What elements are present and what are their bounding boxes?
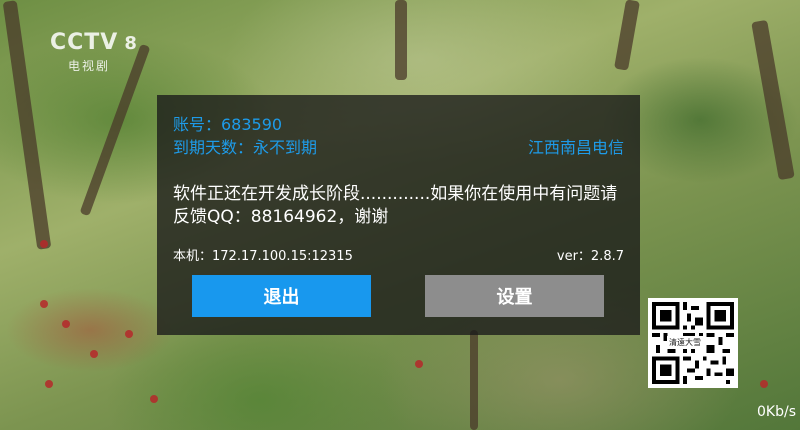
qr-label: 清遠大雪 (667, 336, 703, 349)
version-label: ver：2.8.7 (556, 249, 624, 264)
info-dialog: 账号：683590 到期天数：永不到期 江西南昌电信 软件正还在开发成长阶段..… (157, 95, 640, 335)
settings-button[interactable]: 设置 (425, 275, 604, 317)
account-info: 账号：683590 到期天数：永不到期 (173, 113, 317, 159)
channel-brand: CCTV (50, 30, 119, 55)
notice-message: 软件正还在开发成长阶段.............如果你在使用中有问题请反馈QQ：… (173, 184, 618, 227)
isp-label: 江西南昌电信 (527, 138, 624, 157)
account-label: 账号：683590 (173, 115, 283, 134)
exit-button[interactable]: 退出 (192, 275, 371, 317)
qr-code: 清遠大雪 (648, 298, 738, 388)
local-ip: 本机：172.17.100.15:12315 (173, 249, 353, 264)
expiry-label: 到期天数：永不到期 (173, 138, 318, 157)
channel-logo: CCTV 8 电视剧 (50, 30, 137, 74)
channel-number: 8 (124, 33, 137, 54)
channel-subtitle: 电视剧 (68, 59, 111, 73)
network-speed: 0Kb/s (757, 404, 796, 420)
